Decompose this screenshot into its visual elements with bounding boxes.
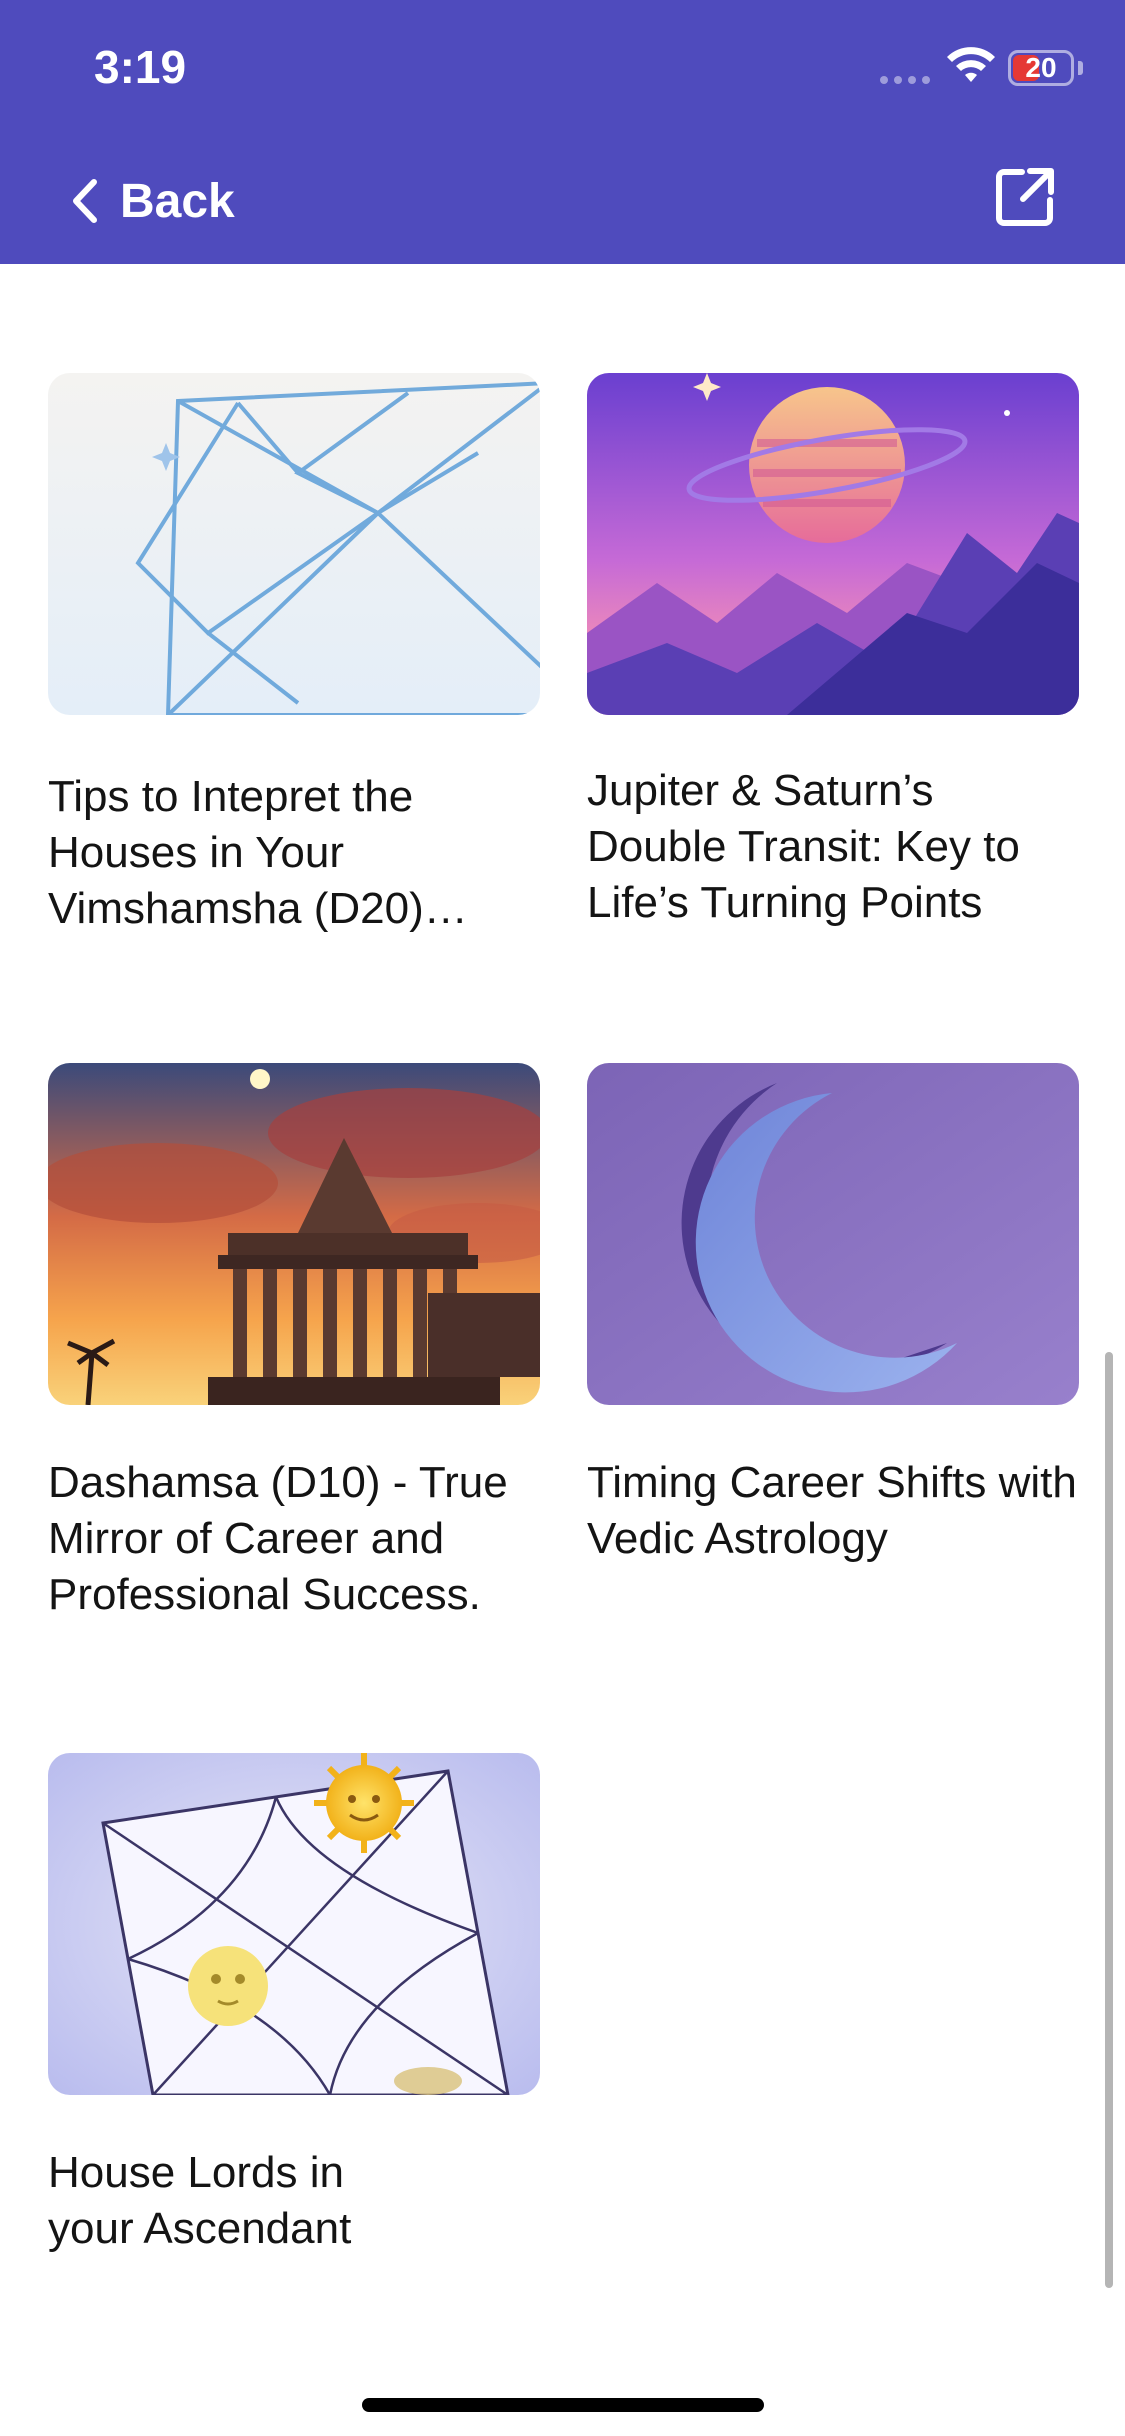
article-card[interactable]: House Lords in your Ascendant — [48, 1753, 540, 2273]
share-icon[interactable] — [994, 166, 1056, 228]
article-card[interactable]: Tips to Intepret the Houses in Your Vims… — [48, 373, 540, 953]
back-label: Back — [120, 174, 235, 228]
back-chevron-icon — [73, 179, 97, 223]
battery-icon: 20 — [1008, 50, 1074, 86]
article-title: Jupiter & Saturn’s Double Transit: Key t… — [587, 766, 1020, 927]
back-button[interactable]: Back — [68, 166, 235, 236]
article-card[interactable]: Jupiter & Saturn’s Double Transit: Key t… — [587, 373, 1079, 953]
article-thumbnail-chart-sketch — [48, 373, 540, 715]
moon-icon — [188, 1946, 268, 2026]
article-card[interactable]: Timing Career Shifts with Vedic Astrolog… — [587, 1063, 1079, 1573]
article-thumbnail-crescent-moon — [587, 1063, 1079, 1405]
article-title: Dashamsa (D10) - True Mirror of Career a… — [48, 1458, 508, 1619]
sun-icon — [314, 1753, 414, 1853]
article-thumbnail-planet-mountains — [587, 373, 1079, 715]
battery-level: 20 — [1025, 52, 1057, 83]
scrollbar[interactable] — [1105, 1352, 1113, 2288]
wifi-icon — [947, 47, 995, 82]
article-card[interactable]: Dashamsa (D10) - True Mirror of Career a… — [48, 1063, 540, 1633]
app-header: 3:19 20 Back — [0, 0, 1125, 264]
home-indicator — [362, 2398, 764, 2412]
article-title: House Lords in your Ascendant — [48, 2148, 352, 2253]
article-thumbnail-kundli-chart — [48, 1753, 540, 2095]
article-title: Tips to Intepret the Houses in Your Vims… — [48, 772, 424, 933]
status-time: 3:19 — [94, 41, 187, 93]
article-thumbnail-temple-sunset — [48, 1063, 540, 1405]
signal-icon — [880, 76, 930, 84]
article-title: Timing Career Shifts with Vedic Astrolog… — [587, 1458, 1077, 1563]
